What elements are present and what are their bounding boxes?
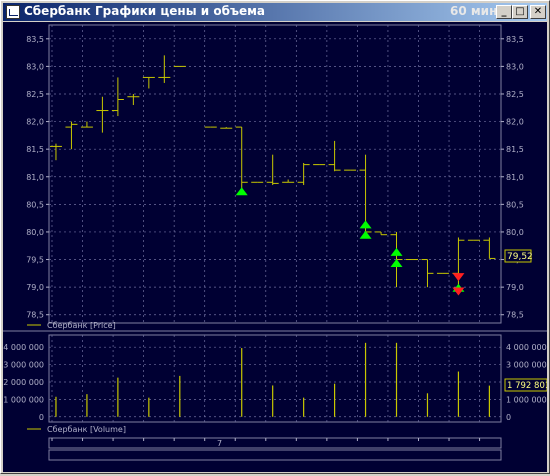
price-tick-label-right: 82,5 bbox=[506, 90, 524, 99]
price-tick-label-left: 81,0 bbox=[26, 173, 44, 182]
price-tick-label-right: 81,0 bbox=[506, 173, 524, 182]
last-price-label: 79,52 bbox=[507, 252, 533, 262]
close-button[interactable]: ✕ bbox=[530, 5, 546, 19]
chart-area[interactable]: 83,5 83,0 82,5 82,0 81,5 81,0 80,5 80,0 79,5 79,0… bbox=[3, 22, 550, 472]
minimize-button[interactable]: _ bbox=[496, 5, 512, 19]
price-tick-label-right: 83,5 bbox=[506, 35, 524, 44]
last-volume-label: 1 792 801 bbox=[507, 381, 547, 391]
buy-signal-arrow bbox=[390, 258, 403, 267]
price-tick-label-right: 82,0 bbox=[506, 118, 524, 127]
price-tick-label-left: 80,0 bbox=[26, 228, 44, 237]
price-bar bbox=[142, 76, 155, 89]
volume-tick-label-left: 3 000 000 bbox=[3, 361, 44, 370]
price-bar bbox=[235, 126, 248, 191]
maximize-button[interactable]: □ bbox=[512, 5, 528, 19]
price-bar bbox=[266, 154, 279, 186]
price-tick-label-left: 78,5 bbox=[26, 311, 44, 320]
volume-tick-label-left: 4 000 000 bbox=[3, 343, 44, 352]
volume-tick-label-right: 0 bbox=[506, 413, 511, 422]
price-tick-label-left: 79,5 bbox=[26, 256, 44, 265]
price-bar bbox=[328, 140, 341, 172]
volume-plot-frame bbox=[48, 334, 502, 423]
volume-legend-label: Сбербанк [Volume] bbox=[47, 425, 126, 434]
price-tick-label-right: 78,5 bbox=[506, 311, 524, 320]
chart-window: Сбербанк Графики цены и объема 60 минут … bbox=[0, 0, 550, 474]
price-bar bbox=[127, 93, 140, 106]
sell-signal-arrow bbox=[452, 273, 465, 282]
price-tick-label-right: 80,0 bbox=[506, 228, 524, 237]
price-y-axis-left: 83,5 83,0 82,5 82,0 81,5 81,0 80,5 80,0 79,5 79,0… bbox=[26, 35, 49, 320]
price-bar bbox=[111, 77, 124, 117]
time-axis-strip bbox=[48, 437, 502, 449]
price-bar bbox=[65, 121, 78, 150]
time-axis-label: 7 bbox=[217, 439, 222, 448]
signal-markers bbox=[235, 187, 465, 296]
volume-tick-label-right: 1 000 000 bbox=[506, 395, 547, 404]
price-panel[interactable]: 83,5 83,0 82,5 82,0 81,5 81,0 80,5 80,0 79,5 79,0… bbox=[26, 24, 533, 324]
price-tick-label-left: 80,5 bbox=[26, 200, 44, 209]
volume-bars bbox=[55, 342, 490, 417]
last-volume-marker: 1 792 801 bbox=[504, 378, 550, 392]
buy-signal-arrow bbox=[390, 247, 403, 256]
price-y-axis-right: 83,583,082,582,081,581,080,580,079,579,0… bbox=[501, 35, 524, 320]
price-tick-label-right: 81,5 bbox=[506, 145, 524, 154]
price-tick-label-right: 83,0 bbox=[506, 62, 524, 71]
volume-grid bbox=[49, 335, 501, 422]
last-price-marker: 79,52 bbox=[504, 249, 533, 263]
price-legend-label: Сбербанк [Price] bbox=[47, 321, 116, 330]
title-bar[interactable]: Сбербанк Графики цены и объема 60 минут … bbox=[3, 3, 547, 21]
volume-tick-label-left: 2 000 000 bbox=[3, 378, 44, 387]
price-bar bbox=[483, 237, 496, 259]
buy-signal-arrow bbox=[359, 220, 372, 229]
price-bars bbox=[49, 55, 496, 293]
price-grid bbox=[49, 25, 501, 323]
price-tick-label-left: 81,5 bbox=[26, 145, 44, 154]
volume-tick-label-right: 4 000 000 bbox=[506, 343, 547, 352]
price-tick-label-right: 80,5 bbox=[506, 200, 524, 209]
chart-svg[interactable]: 83,5 83,0 82,5 82,0 81,5 81,0 80,5 80,0 79,5 79,0… bbox=[3, 22, 550, 472]
window-title: Сбербанк Графики цены и объема bbox=[24, 4, 266, 18]
price-bar bbox=[297, 162, 310, 186]
price-bar bbox=[421, 259, 434, 288]
price-bar bbox=[282, 179, 295, 183]
buy-signal-arrow bbox=[235, 187, 248, 196]
price-tick-label-left: 82,0 bbox=[26, 118, 44, 127]
chart-app-icon bbox=[6, 5, 20, 19]
volume-tick-label-left: 0 bbox=[39, 413, 44, 422]
volume-tick-label-left: 1 000 000 bbox=[3, 395, 44, 404]
price-tick-label-left: 83,5 bbox=[26, 35, 44, 44]
price-bar bbox=[220, 127, 233, 129]
volume-legend: Сбербанк [Volume] bbox=[27, 425, 126, 434]
volume-y-axis-left: 4 000 000 3 000 000 2 000 000 1 000 000 0 bbox=[3, 343, 44, 422]
scrollbar-track[interactable] bbox=[48, 449, 502, 461]
time-scrollbar[interactable]: 7 bbox=[48, 437, 502, 461]
price-tick-label-right: 79,0 bbox=[506, 283, 524, 292]
price-bar bbox=[375, 231, 388, 236]
price-tick-label-left: 79,0 bbox=[26, 283, 44, 292]
price-tick-label-left: 83,0 bbox=[26, 62, 44, 71]
price-plot-frame bbox=[48, 24, 502, 324]
price-bar bbox=[96, 96, 109, 133]
volume-panel[interactable]: 4 000 000 3 000 000 2 000 000 1 000 000 0 4 … bbox=[3, 334, 550, 423]
price-tick-label-left: 82,5 bbox=[26, 90, 44, 99]
volume-tick-label-right: 3 000 000 bbox=[506, 361, 547, 370]
price-legend: Сбербанк [Price] bbox=[27, 321, 116, 330]
price-bar bbox=[158, 55, 171, 83]
